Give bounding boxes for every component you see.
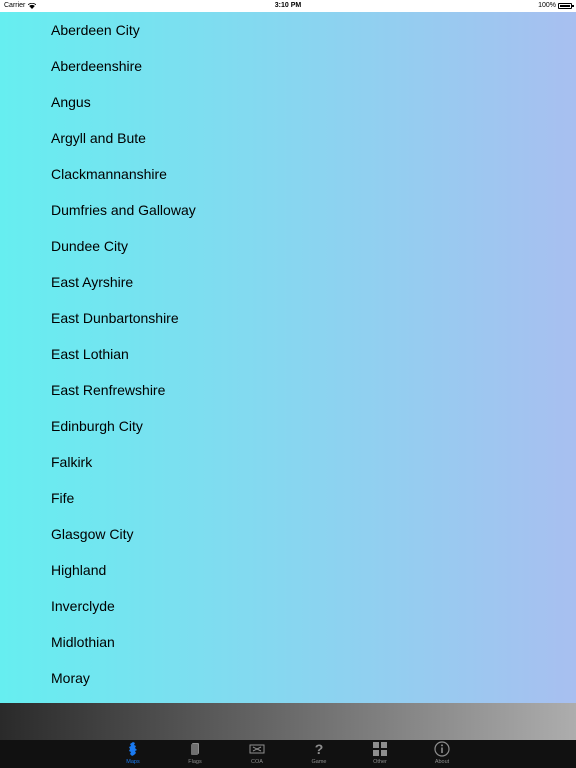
tab-label: Flags <box>188 759 202 765</box>
list-item[interactable]: Highland <box>0 552 576 588</box>
list-item[interactable]: Inverclyde <box>0 588 576 624</box>
tab-flags[interactable]: Flags <box>170 740 220 768</box>
list-item-label: Angus <box>51 94 91 110</box>
tab-maps[interactable]: Maps <box>108 740 158 768</box>
tab-game[interactable]: ? Game <box>294 740 344 768</box>
list-item-label: East Ayrshire <box>51 274 134 290</box>
list-item[interactable]: Glasgow City <box>0 516 576 552</box>
grid-icon <box>373 740 387 758</box>
list-item[interactable]: Angus <box>0 84 576 120</box>
region-list-view[interactable]: Aberdeen City Aberdeenshire Angus Argyll… <box>0 12 576 703</box>
tab-label: Other <box>373 759 387 765</box>
list-item-label: Inverclyde <box>51 598 115 614</box>
list-item[interactable]: Falkirk <box>0 444 576 480</box>
list-item-label: Clackmannanshire <box>51 166 167 182</box>
tab-label: Game <box>311 759 327 765</box>
list-item-label: Argyll and Bute <box>51 130 146 146</box>
list-item[interactable]: Dumfries and Galloway <box>0 192 576 228</box>
list-item[interactable]: Midlothian <box>0 624 576 660</box>
list-item[interactable]: East Lothian <box>0 336 576 372</box>
list-item-label: Edinburgh City <box>51 418 143 434</box>
question-icon: ? <box>314 741 324 757</box>
list-item[interactable]: Clackmannanshire <box>0 156 576 192</box>
battery-group: 100% <box>538 2 574 9</box>
tab-label: About <box>434 759 450 765</box>
list-item-label: Moray <box>51 670 90 686</box>
list-item[interactable]: Edinburgh City <box>0 408 576 444</box>
list-item[interactable]: Moray <box>0 660 576 696</box>
region-list: Aberdeen City Aberdeenshire Angus Argyll… <box>0 12 576 696</box>
list-item[interactable]: East Ayrshire <box>0 264 576 300</box>
list-item-label: Dundee City <box>51 238 129 254</box>
list-item-label: Glasgow City <box>51 526 134 542</box>
banner-area <box>0 703 576 740</box>
list-item-label: Falkirk <box>51 454 93 470</box>
list-item[interactable]: East Dunbartonshire <box>0 300 576 336</box>
tab-label: COA <box>251 759 263 765</box>
status-time: 3:10 PM <box>274 2 302 9</box>
coat-of-arms-icon <box>249 740 265 758</box>
list-item-label: East Dunbartonshire <box>51 310 179 326</box>
tab-other[interactable]: Other <box>355 740 405 768</box>
list-item[interactable]: Fife <box>0 480 576 516</box>
list-item-label: Dumfries and Galloway <box>51 202 196 218</box>
list-item[interactable]: East Renfrewshire <box>0 372 576 408</box>
info-icon <box>434 740 450 758</box>
status-bar: Carrier 3:10 PM 100% <box>0 0 576 12</box>
battery-icon <box>558 2 574 9</box>
tab-coa[interactable]: COA <box>232 740 282 768</box>
map-icon <box>127 740 139 758</box>
list-item-label: Aberdeenshire <box>51 58 143 74</box>
list-item-label: East Renfrewshire <box>51 382 166 398</box>
list-item[interactable]: Aberdeen City <box>0 12 576 48</box>
tab-label: Maps <box>126 759 140 765</box>
list-item-label: Fife <box>51 490 75 506</box>
flag-icon <box>189 740 201 758</box>
list-item[interactable]: Aberdeenshire <box>0 48 576 84</box>
list-item-label: East Lothian <box>51 346 129 362</box>
list-item-label: Aberdeen City <box>51 22 140 38</box>
list-item[interactable]: Argyll and Bute <box>0 120 576 156</box>
battery-percent: 100% <box>538 2 556 9</box>
tab-about[interactable]: About <box>417 740 467 768</box>
tab-bar: Maps Flags COA ? Game Other About <box>0 740 576 768</box>
list-item-label: Highland <box>51 562 107 578</box>
list-item[interactable]: Dundee City <box>0 228 576 264</box>
list-item-label: Midlothian <box>51 634 115 650</box>
